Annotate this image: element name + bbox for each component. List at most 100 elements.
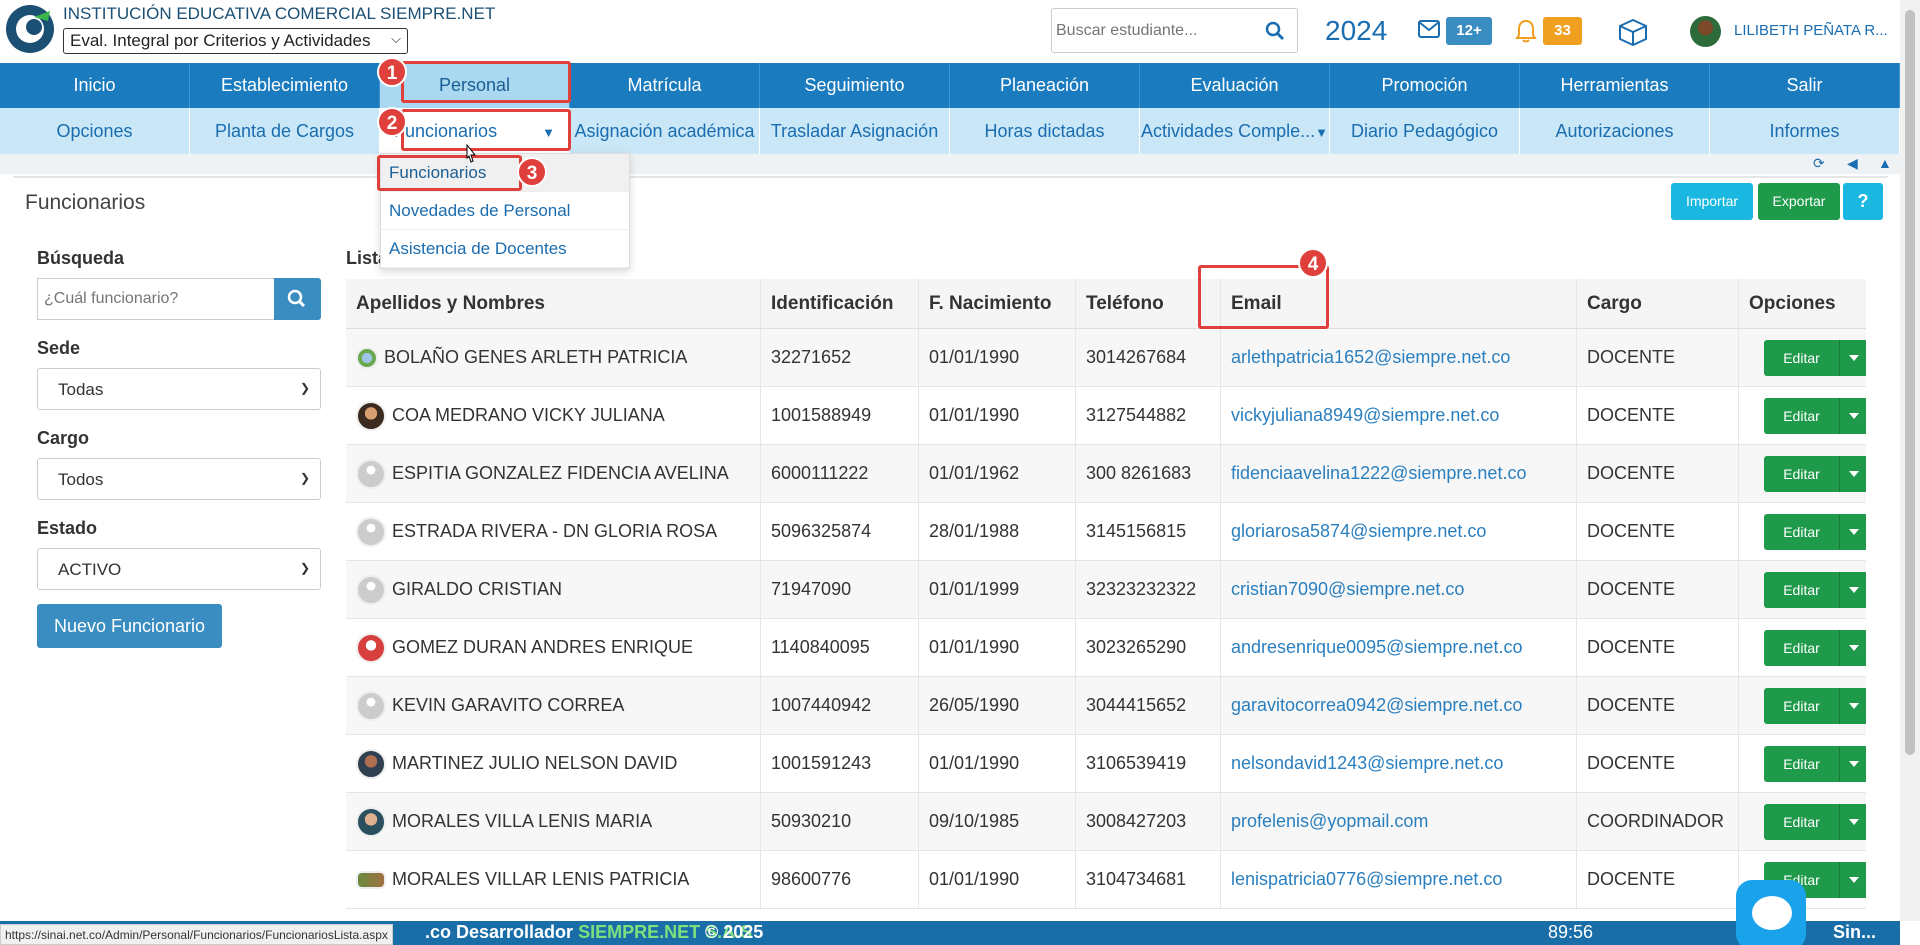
subnav-trasladar[interactable]: Trasladar Asignación (760, 108, 950, 154)
cell-dob: 01/01/1990 (919, 619, 1076, 676)
period-select-value: Eval. Integral por Criterios y Actividad… (70, 31, 371, 50)
user-avatar[interactable] (1690, 16, 1721, 47)
bell-icon[interactable] (1515, 19, 1537, 43)
back-icon[interactable]: ◀ (1847, 155, 1858, 172)
nav-herramientas[interactable]: Herramientas (1520, 63, 1710, 108)
help-button[interactable]: ? (1843, 183, 1883, 220)
refresh-icon[interactable]: ⟳ (1813, 155, 1825, 172)
email-link[interactable]: cristian7090@siempre.net.co (1231, 579, 1464, 600)
dropdown-item-novedades[interactable]: Novedades de Personal (381, 192, 629, 230)
chat-icon[interactable] (1736, 880, 1806, 945)
edit-dropdown-toggle[interactable] (1840, 687, 1866, 724)
nav-inicio[interactable]: Inicio (0, 63, 190, 108)
employee-name: ESTRADA RIVERA - DN GLORIA ROSA (392, 521, 718, 541)
export-button[interactable]: Exportar (1758, 183, 1840, 220)
user-name[interactable]: LILIBETH PEÑATA R... (1734, 22, 1888, 39)
email-link[interactable]: arlethpatricia1652@siempre.net.co (1231, 347, 1510, 368)
edit-button[interactable]: Editar (1764, 513, 1840, 550)
header-dob[interactable]: F. Nacimiento (919, 279, 1076, 328)
nav-planeacion[interactable]: Planeación (950, 63, 1140, 108)
cell-email: fidenciaavelina1222@siempre.net.co (1221, 445, 1577, 502)
student-search[interactable] (1051, 8, 1298, 53)
header-name[interactable]: Apellidos y Nombres (346, 279, 761, 328)
edit-button[interactable]: Editar (1764, 687, 1840, 724)
cell-dob: 26/05/1990 (919, 677, 1076, 734)
current-year[interactable]: 2024 (1325, 15, 1387, 47)
email-link[interactable]: garavitocorrea0942@siempre.net.co (1231, 695, 1522, 716)
edit-button[interactable]: Editar (1764, 397, 1840, 434)
nav-establecimiento[interactable]: Establecimiento (190, 63, 380, 108)
email-link[interactable]: lenispatricia0776@siempre.net.co (1231, 869, 1502, 890)
employee-search-input[interactable] (38, 279, 275, 319)
student-search-input[interactable] (1056, 19, 1256, 43)
nav-salir[interactable]: Salir (1710, 63, 1900, 108)
edit-button[interactable]: Editar (1764, 339, 1840, 376)
subnav-actividades[interactable]: Actividades Comple...▼ (1140, 108, 1330, 154)
cell-name: MORALES VILLA LENIS MARIA (346, 793, 761, 850)
employee-search[interactable] (37, 278, 275, 320)
nav-matricula[interactable]: Matrícula (570, 63, 760, 108)
edit-button[interactable]: Editar (1764, 803, 1840, 840)
cell-options: Editar (1739, 561, 1866, 618)
edit-dropdown-toggle[interactable] (1840, 629, 1866, 666)
search-icon[interactable] (1265, 21, 1285, 41)
edit-dropdown-toggle[interactable] (1840, 455, 1866, 492)
search-label: Búsqueda (37, 248, 125, 268)
subnav-planta-cargos[interactable]: Planta de Cargos (190, 108, 380, 154)
cargo-select[interactable]: Todos ❯ (37, 458, 321, 500)
mail-icon[interactable] (1418, 20, 1440, 38)
subnav-diario[interactable]: Diario Pedagógico (1330, 108, 1520, 154)
period-select[interactable]: Eval. Integral por Criterios y Actividad… (63, 28, 408, 54)
avatar (356, 870, 386, 889)
email-link[interactable]: fidenciaavelina1222@siempre.net.co (1231, 463, 1526, 484)
arrow-up-icon[interactable]: ▲ (1878, 155, 1892, 171)
edit-dropdown-toggle[interactable] (1840, 745, 1866, 782)
cell-phone: 3044415652 (1076, 677, 1221, 734)
nav-evaluacion[interactable]: Evaluación (1140, 63, 1330, 108)
nav-promocion[interactable]: Promoción (1330, 63, 1520, 108)
employee-search-button[interactable] (274, 278, 321, 320)
subnav-informes[interactable]: Informes (1710, 108, 1900, 154)
subnav-horas[interactable]: Horas dictadas (950, 108, 1140, 154)
caret-down-icon: ▼ (1315, 125, 1328, 140)
mail-count-badge[interactable]: 12+ (1446, 17, 1492, 45)
cell-email: lenispatricia0776@siempre.net.co (1221, 851, 1577, 908)
email-link[interactable]: gloriarosa5874@siempre.net.co (1231, 521, 1486, 542)
subnav-autorizaciones[interactable]: Autorizaciones (1520, 108, 1710, 154)
edit-dropdown-toggle[interactable] (1840, 339, 1866, 376)
edit-dropdown-toggle[interactable] (1840, 861, 1866, 898)
new-employee-button[interactable]: Nuevo Funcionario (37, 604, 222, 648)
email-link[interactable]: andresenrique0095@siempre.net.co (1231, 637, 1522, 658)
estado-select[interactable]: ACTIVO ❯ (37, 548, 321, 590)
edit-button[interactable]: Editar (1764, 571, 1840, 608)
cell-cargo: DOCENTE (1577, 561, 1739, 618)
subnav-opciones[interactable]: Opciones (0, 108, 190, 154)
edit-button[interactable]: Editar (1764, 745, 1840, 782)
edit-dropdown-toggle[interactable] (1840, 571, 1866, 608)
email-link[interactable]: vickyjuliana8949@siempre.net.co (1231, 405, 1499, 426)
sede-select[interactable]: Todas ❯ (37, 368, 321, 410)
email-link[interactable]: nelsondavid1243@siempre.net.co (1231, 753, 1503, 774)
page-scrollbar[interactable] (1900, 0, 1920, 921)
edit-dropdown-toggle[interactable] (1840, 803, 1866, 840)
import-button[interactable]: Importar (1671, 183, 1753, 220)
edit-dropdown-toggle[interactable] (1840, 397, 1866, 434)
table-row: COA MEDRANO VICKY JULIANA 1001588949 01/01… (346, 387, 1866, 445)
avatar (356, 748, 386, 779)
subnav-asignacion[interactable]: Asignación académica (570, 108, 760, 154)
logo-icon[interactable] (4, 3, 56, 55)
cell-id: 1007440942 (761, 677, 919, 734)
header-cargo[interactable]: Cargo (1577, 279, 1739, 328)
edit-button[interactable]: Editar (1764, 629, 1840, 666)
cell-dob: 01/01/1990 (919, 329, 1076, 386)
scrollbar-thumb[interactable] (1905, 10, 1915, 755)
dropdown-item-asistencia[interactable]: Asistencia de Docentes (381, 230, 629, 268)
header-id[interactable]: Identificación (761, 279, 919, 328)
nav-seguimiento[interactable]: Seguimiento (760, 63, 950, 108)
edit-dropdown-toggle[interactable] (1840, 513, 1866, 550)
cube-icon[interactable] (1618, 18, 1648, 46)
email-link[interactable]: profelenis@yopmail.com (1231, 811, 1428, 832)
notification-count-badge[interactable]: 33 (1543, 17, 1582, 45)
table-row: GIRALDO CRISTIAN 71947090 01/01/1999 323232… (346, 561, 1866, 619)
edit-button[interactable]: Editar (1764, 455, 1840, 492)
